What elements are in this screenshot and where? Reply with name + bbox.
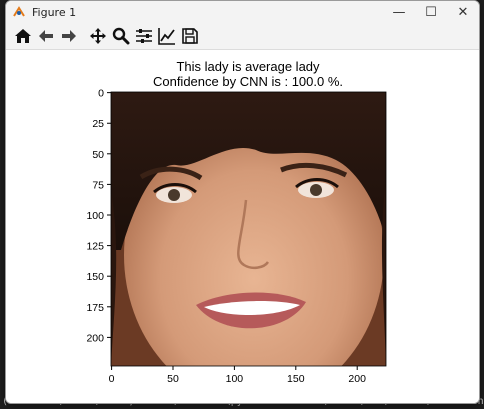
- y-tick-0: 0: [98, 88, 111, 100]
- x-tick-100: 100: [226, 366, 244, 385]
- y-tick-175: 175: [86, 302, 111, 314]
- svg-text:175: 175: [86, 302, 104, 314]
- plot-title-line-1: This lady is average lady: [176, 59, 320, 74]
- svg-text:150: 150: [287, 373, 305, 385]
- y-tick-100: 100: [86, 210, 111, 222]
- x-tick-150: 150: [287, 366, 305, 385]
- forward-icon: [62, 30, 76, 42]
- figure-canvas[interactable]: This lady is average lady Confidence by …: [6, 50, 479, 403]
- zoom-icon: [112, 27, 130, 45]
- y-tick-50: 50: [92, 149, 111, 161]
- forward-button[interactable]: [58, 25, 80, 47]
- svg-text:25: 25: [92, 118, 104, 130]
- svg-text:50: 50: [167, 373, 179, 385]
- window-title: Figure 1: [32, 5, 77, 19]
- save-icon: [182, 28, 198, 44]
- svg-text:100: 100: [226, 373, 244, 385]
- svg-text:150: 150: [86, 271, 104, 283]
- figure-window: Figure 1 — ☐ ✕ This lady is average lady…: [5, 0, 480, 404]
- zoom-button[interactable]: [110, 25, 132, 47]
- y-tick-125: 125: [86, 241, 111, 253]
- title-bar[interactable]: Figure 1 — ☐ ✕: [6, 1, 479, 23]
- svg-text:0: 0: [98, 88, 104, 100]
- svg-text:125: 125: [86, 241, 104, 253]
- x-tick-0: 0: [109, 366, 115, 385]
- maximize-button[interactable]: ☐: [415, 1, 447, 23]
- navigation-toolbar: [6, 23, 479, 50]
- x-axis: 0 50 100 150 200: [109, 366, 366, 385]
- edit-axis-button[interactable]: [156, 25, 178, 47]
- save-button[interactable]: [179, 25, 201, 47]
- configure-subplots-icon: [136, 29, 152, 43]
- y-axis: 0 25 50 75 100 125 150 175 200: [86, 88, 111, 344]
- figure-svg: This lady is average lady Confidence by …: [86, 59, 387, 385]
- pan-icon: [90, 28, 106, 44]
- svg-text:75: 75: [92, 179, 104, 191]
- back-icon: [39, 30, 53, 42]
- back-button[interactable]: [35, 25, 57, 47]
- x-tick-50: 50: [167, 366, 179, 385]
- svg-text:200: 200: [86, 332, 104, 344]
- face-image: [111, 92, 386, 366]
- configure-subplots-button[interactable]: [133, 25, 155, 47]
- y-tick-75: 75: [92, 179, 111, 191]
- edit-axis-icon: [158, 28, 175, 45]
- y-tick-25: 25: [92, 118, 111, 130]
- svg-text:50: 50: [92, 149, 104, 161]
- y-tick-150: 150: [86, 271, 111, 283]
- home-button[interactable]: [12, 25, 34, 47]
- close-button[interactable]: ✕: [447, 1, 479, 23]
- svg-text:0: 0: [109, 373, 115, 385]
- y-tick-200: 200: [86, 332, 111, 344]
- x-tick-200: 200: [348, 366, 366, 385]
- plot-title-line-2: Confidence by CNN is : 100.0 %.: [153, 74, 343, 89]
- minimize-button[interactable]: —: [383, 1, 415, 23]
- svg-text:100: 100: [86, 210, 104, 222]
- home-icon: [15, 29, 31, 43]
- matplotlib-app-icon: [13, 6, 25, 17]
- svg-text:200: 200: [348, 373, 366, 385]
- pan-button[interactable]: [87, 25, 109, 47]
